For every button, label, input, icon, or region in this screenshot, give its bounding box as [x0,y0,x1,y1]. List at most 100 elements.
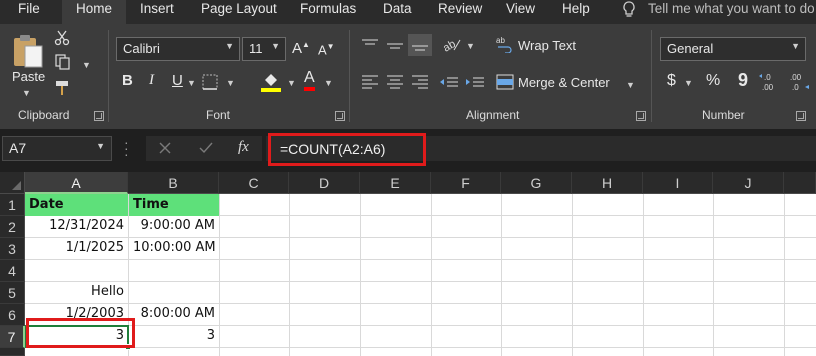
fill-color-dropdown-icon[interactable]: ▼ [287,78,296,88]
align-left-icon[interactable] [360,74,380,90]
row-header-7[interactable]: 7 [0,326,25,348]
clipboard-group-label: Clipboard [18,108,70,122]
currency-dropdown-icon[interactable]: ▼ [684,78,693,88]
gridline [431,194,432,356]
row-header-1[interactable]: 1 [0,194,25,216]
orientation-icon[interactable]: ab [440,36,462,54]
column-header-h[interactable]: H [572,172,643,194]
more-options-icon[interactable]: · · · [124,135,129,161]
gridline [360,194,361,356]
paste-label[interactable]: Paste [12,69,45,84]
cell-a2[interactable]: 12/31/2024 [25,215,128,237]
fill-color-icon[interactable] [259,71,283,93]
enter-check-icon[interactable] [198,141,214,155]
font-color-dropdown-icon[interactable]: ▼ [324,78,333,88]
decrease-font-size-icon[interactable]: A▼ [318,42,335,57]
gridline [501,194,502,356]
borders-dropdown-icon[interactable]: ▼ [226,78,235,88]
cell-b3[interactable]: 10:00:00 AM [129,237,219,259]
font-size-combo[interactable]: 11 ▼ [242,37,286,61]
cell-a1[interactable]: Date [25,194,128,216]
column-header-c[interactable]: C [219,172,289,194]
clipboard-launcher-icon[interactable] [94,111,104,121]
decrease-indent-icon[interactable] [438,74,460,90]
insert-function-button[interactable]: fx [238,139,249,156]
copy-dropdown-icon[interactable]: ▼ [82,60,91,70]
column-header-f[interactable]: F [431,172,501,194]
row-header-4[interactable]: 4 [0,260,25,282]
cell-b2[interactable]: 9:00:00 AM [129,215,219,237]
tab-data[interactable]: Data [383,0,412,24]
alignment-launcher-icon[interactable] [636,111,646,121]
paste-icon[interactable] [10,32,46,70]
column-header-b[interactable]: B [128,172,219,194]
wrap-text-icon[interactable]: ab [496,35,514,53]
column-header-g[interactable]: G [501,172,572,194]
wrap-text-button[interactable]: Wrap Text [518,38,576,53]
row-header-6[interactable]: 6 [0,304,25,326]
middle-align-icon[interactable] [385,38,405,54]
font-launcher-icon[interactable] [335,111,345,121]
tab-help[interactable]: Help [562,0,590,24]
merge-dropdown-icon[interactable]: ▼ [626,80,635,90]
bold-button[interactable]: B [122,72,133,89]
tab-review[interactable]: Review [438,0,482,24]
italic-button[interactable]: I [149,72,154,89]
column-header-a[interactable]: A [25,172,128,194]
font-color-icon[interactable]: A [304,69,315,91]
comma-style-button[interactable]: 9 [738,70,748,91]
cut-icon[interactable] [54,30,70,46]
underline-button[interactable]: U [172,72,183,89]
row-header-overflow [0,348,25,356]
name-box-value: A7 [9,140,27,156]
cell-a3[interactable]: 1/1/2025 [25,237,128,259]
number-launcher-icon[interactable] [796,111,806,121]
row-header-2[interactable]: 2 [0,216,25,238]
merge-center-icon[interactable] [496,73,514,91]
tab-page-layout[interactable]: Page Layout [201,0,277,24]
font-size-value: 11 [249,41,263,56]
column-header-j[interactable]: J [713,172,784,194]
cell-b6[interactable]: 8:00:00 AM [129,303,219,325]
tab-file[interactable]: File [18,0,40,24]
merge-center-button[interactable]: Merge & Center [518,75,610,90]
tell-me-search[interactable]: Tell me what you want to do [648,0,815,24]
cell-b1[interactable]: Time [129,194,219,216]
tab-home[interactable]: Home [62,0,126,28]
tab-formulas[interactable]: Formulas [300,0,356,24]
increase-font-size-icon[interactable]: A▲ [292,40,310,57]
increase-indent-icon[interactable] [464,74,486,90]
bottom-align-button[interactable] [408,34,432,56]
column-header-i[interactable]: I [643,172,713,194]
increase-decimal-icon[interactable]: .0 .00 [758,70,782,94]
tab-insert[interactable]: Insert [140,0,174,24]
gridline [25,347,816,348]
format-painter-icon[interactable] [54,79,72,97]
formula-controls: fx [146,136,262,161]
name-box[interactable]: A7 ▼ [2,136,112,161]
row-header-5[interactable]: 5 [0,282,25,304]
borders-icon[interactable] [201,73,223,91]
column-header-e[interactable]: E [360,172,431,194]
ribbon: Paste ▼ ▼ Clipboard Calibri ▼ 11 ▼ A▲ A▼… [0,24,816,129]
align-right-icon[interactable] [410,74,430,90]
select-all-corner[interactable] [0,172,25,194]
gridline [289,194,290,356]
cell-b7[interactable]: 3 [129,325,219,347]
cell-a5[interactable]: Hello [25,281,128,303]
currency-button[interactable]: $ [667,72,676,90]
font-name-combo[interactable]: Calibri ▼ [116,37,240,61]
cancel-icon[interactable] [158,141,172,155]
tab-view[interactable]: View [506,0,535,24]
underline-dropdown-icon[interactable]: ▼ [187,78,196,88]
copy-icon[interactable] [54,54,72,70]
column-header-d[interactable]: D [289,172,360,194]
number-format-combo[interactable]: General ▼ [660,37,806,61]
align-center-icon[interactable] [385,74,405,90]
percent-button[interactable]: % [706,72,720,90]
decrease-decimal-icon[interactable]: .00 .0 [786,70,812,94]
row-header-3[interactable]: 3 [0,238,25,260]
paste-dropdown-icon[interactable]: ▼ [22,88,31,98]
orientation-dropdown-icon[interactable]: ▼ [466,41,475,51]
top-align-icon[interactable] [360,38,380,54]
